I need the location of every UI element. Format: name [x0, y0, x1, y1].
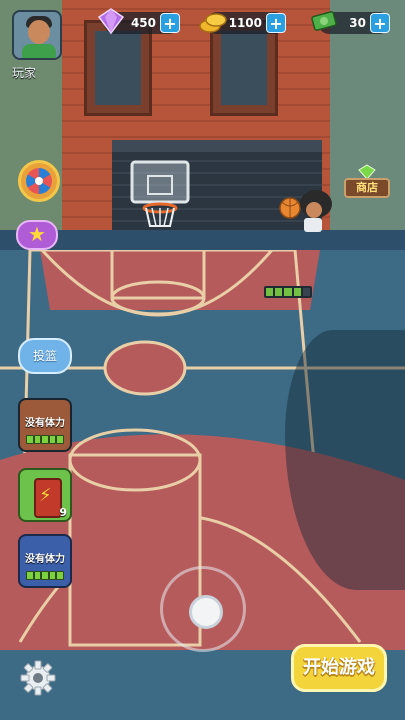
energy-drink-count: 9 — [59, 506, 67, 519]
joystick-knob[interactable] — [189, 595, 223, 629]
lucky-wheel-button[interactable] — [18, 160, 60, 202]
right-building — [330, 0, 405, 260]
gem-value: 450 — [130, 16, 156, 30]
skill-slot-3[interactable]: 没有体力 — [18, 534, 72, 588]
energy-drink-icon: ⚡ — [34, 478, 62, 518]
add-gems-button[interactable]: + — [160, 13, 180, 33]
start-game-button[interactable]: 开始游戏 — [291, 644, 387, 692]
skill-slot-2[interactable]: ⚡ 9 — [18, 468, 72, 522]
player-character — [279, 190, 332, 232]
gear-icon[interactable] — [18, 658, 58, 698]
player-avatar[interactable] — [12, 10, 62, 60]
shop-label: 商店 — [344, 178, 390, 198]
star-icon: ★ — [28, 222, 46, 246]
add-cash-button[interactable]: + — [370, 13, 390, 33]
center-circle — [103, 340, 187, 396]
coin-value: 1100 — [228, 16, 262, 30]
skill-slot-1[interactable]: 没有体力 — [18, 398, 72, 452]
shot-power-meter — [264, 286, 312, 298]
player-name-label: 玩家 — [12, 66, 37, 80]
star-button[interactable]: ★ — [16, 220, 58, 250]
skill-1-status: 没有体力 — [25, 418, 65, 429]
cash-counter: 30 + — [311, 11, 390, 34]
free-throw-lane — [110, 250, 206, 300]
energy-dots — [26, 435, 64, 444]
shop-button[interactable]: 商店 — [344, 164, 390, 200]
add-coins-button[interactable]: + — [266, 13, 286, 33]
coin-icon — [199, 13, 227, 33]
cash-icon — [311, 11, 337, 31]
gem-icon — [97, 8, 125, 35]
skill-3-status: 没有体力 — [25, 554, 65, 565]
gem-counter: 450 + — [97, 8, 180, 35]
basketball-hoop — [130, 160, 190, 227]
energy-dots — [26, 571, 64, 580]
cash-value: 30 — [349, 16, 366, 30]
virtual-joystick[interactable] — [160, 566, 246, 652]
shoot-button[interactable]: 投篮 — [18, 338, 72, 374]
coin-counter: 1100 + — [199, 12, 286, 34]
